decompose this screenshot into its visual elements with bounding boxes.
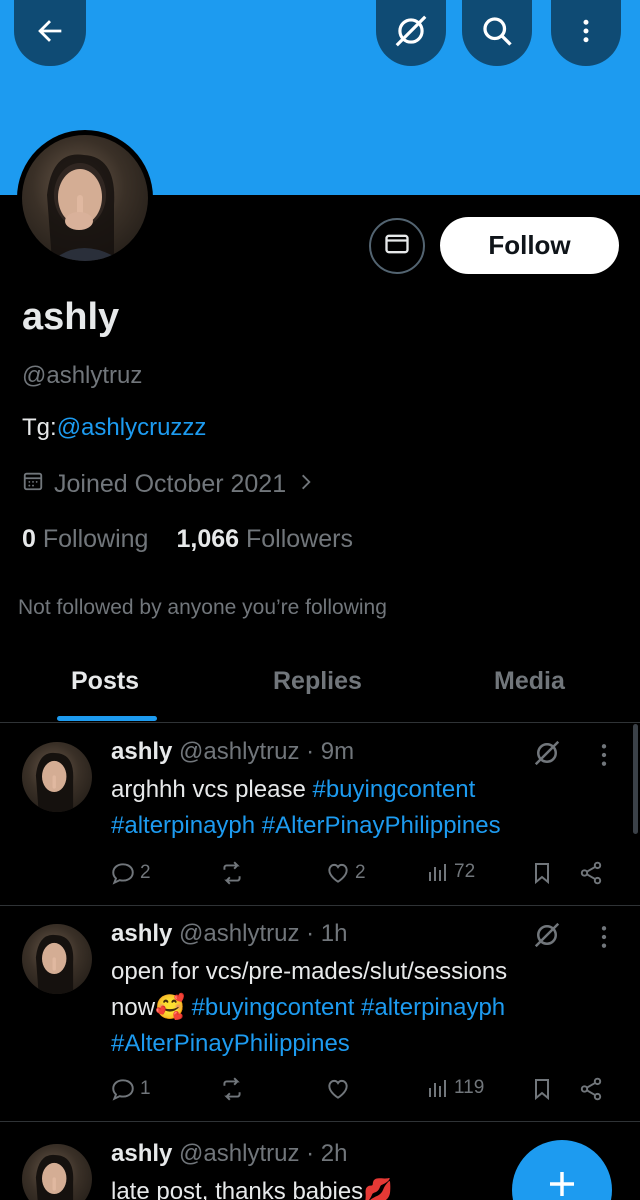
search-icon [479,13,515,54]
post-header: ashly @ashlytruz · 9m [111,738,354,766]
reply-button[interactable]: 2 [110,860,151,886]
scrollbar[interactable] [633,724,638,834]
bookmark-icon [535,863,549,885]
share-icon [580,1077,602,1101]
profile-bio: Tg:@ashlycruzzz [22,414,206,442]
tab-posts[interactable]: Posts [71,667,139,696]
following-count: 0 [22,525,36,553]
post-header: ashly @ashlytruz · 1h [111,920,347,948]
like-button[interactable]: 2 [325,860,366,886]
post-time: · 1h [306,920,348,947]
plus-icon [546,1168,578,1200]
like-button[interactable] [325,1076,351,1102]
share-button[interactable] [578,1076,604,1102]
hashtag[interactable]: #alterpinayph [361,994,505,1021]
post-handle: @ashlytruz [179,920,300,947]
repost-icon [223,861,241,885]
followers-label: Followers [245,525,353,553]
hashtag[interactable]: #AlterPinayPhilippines [111,1030,350,1057]
repost-button[interactable] [218,860,246,886]
more-vertical-icon[interactable] [596,924,612,955]
reply-icon [112,1079,134,1101]
chevron-right-icon [296,470,316,499]
post-text: open for vcs/pre-mades/slut/sessions now… [111,954,611,1062]
profile-avatar[interactable] [17,130,153,266]
views-button[interactable]: 72 [426,860,475,884]
post-avatar[interactable] [22,742,92,812]
bookmark-button[interactable] [530,860,554,886]
joined-date: Joined October 2021 [54,470,287,498]
share-button[interactable] [578,860,604,886]
view-count: 119 [454,1077,485,1098]
post-text-line: now🥰 [111,994,192,1021]
follow-button[interactable]: Follow [440,217,619,274]
post-handle: @ashlytruz [179,738,300,765]
avatar-photo [22,135,148,261]
reply-count: 1 [140,1078,151,1099]
active-tab-indicator [57,716,157,721]
hashtag[interactable]: #buyingcontent [192,994,355,1021]
more-vertical-icon [571,16,601,51]
post-time: · 2h [306,1140,348,1167]
post-text-line: arghhh vcs please [111,776,313,803]
tab-media[interactable]: Media [494,667,565,696]
bookmark-icon [535,1079,549,1101]
grok-icon[interactable] [532,920,562,955]
grok-icon [392,12,430,55]
views-button[interactable]: 119 [426,1076,484,1100]
bookmark-button[interactable] [530,1076,554,1102]
view-count: 72 [454,861,476,882]
post-text-line: late post, thanks babies💋 [111,1178,394,1200]
profile-name: ashly [22,296,120,338]
post-avatar[interactable] [22,1144,92,1200]
post-time: · 9m [306,738,355,765]
post-item[interactable]: ashly @ashlytruz · 9m arghhh vcs please … [0,724,640,906]
hashtag[interactable]: #AlterPinayPhilippines [262,812,501,839]
message-button[interactable] [369,218,425,274]
calendar-icon [22,470,44,499]
profile-handle: @ashlytruz [22,362,143,389]
followers-stat[interactable]: 1,066 Followers [176,525,353,554]
repost-button[interactable] [218,1076,246,1102]
post-text: arghhh vcs please #buyingcontent #alterp… [111,772,611,844]
post-avatar[interactable] [22,924,92,994]
followers-count: 1,066 [176,525,240,553]
grok-icon[interactable] [532,738,562,773]
bio-prefix: Tg: [22,414,57,441]
bar-chart-icon [429,864,446,881]
reply-count: 2 [140,862,151,883]
arrow-left-icon [33,14,67,53]
post-item[interactable]: ashly @ashlytruz · 1h open for vcs/pre-m… [0,906,640,1122]
bio-link[interactable]: @ashlycruzzz [57,414,207,441]
heart-icon [328,863,348,883]
follow-stats: 0 Following 1,066 Followers [22,525,353,554]
post-handle: @ashlytruz [179,1140,300,1167]
reply-icon [112,863,134,885]
hashtag[interactable]: #alterpinayph [111,812,255,839]
reply-button[interactable]: 1 [110,1076,151,1102]
tab-replies[interactable]: Replies [273,667,362,696]
post-header: ashly @ashlytruz · 2h [111,1140,347,1168]
post-author[interactable]: ashly [111,738,172,765]
envelope-icon [383,230,411,263]
bar-chart-icon [429,1080,446,1097]
repost-icon [223,1077,241,1101]
share-icon [580,861,602,885]
post-author[interactable]: ashly [111,920,172,947]
post-actions: 2 2 72 [110,860,610,890]
post-actions: 1 119 [110,1076,610,1106]
following-label: Following [42,525,149,553]
more-vertical-icon[interactable] [596,742,612,773]
heart-icon [328,1079,348,1099]
following-stat[interactable]: 0 Following [22,525,148,554]
not-followed-note: Not followed by anyone you’re following [18,596,387,619]
profile-tabs: Posts Replies Media [0,645,640,723]
hashtag[interactable]: #buyingcontent [312,776,475,803]
back-button[interactable] [14,0,86,66]
like-count: 2 [355,862,366,883]
joined-row[interactable]: Joined October 2021 [22,470,316,499]
post-text-line: open for vcs/pre-mades/slut/sessions [111,958,508,985]
post-author[interactable]: ashly [111,1140,172,1167]
